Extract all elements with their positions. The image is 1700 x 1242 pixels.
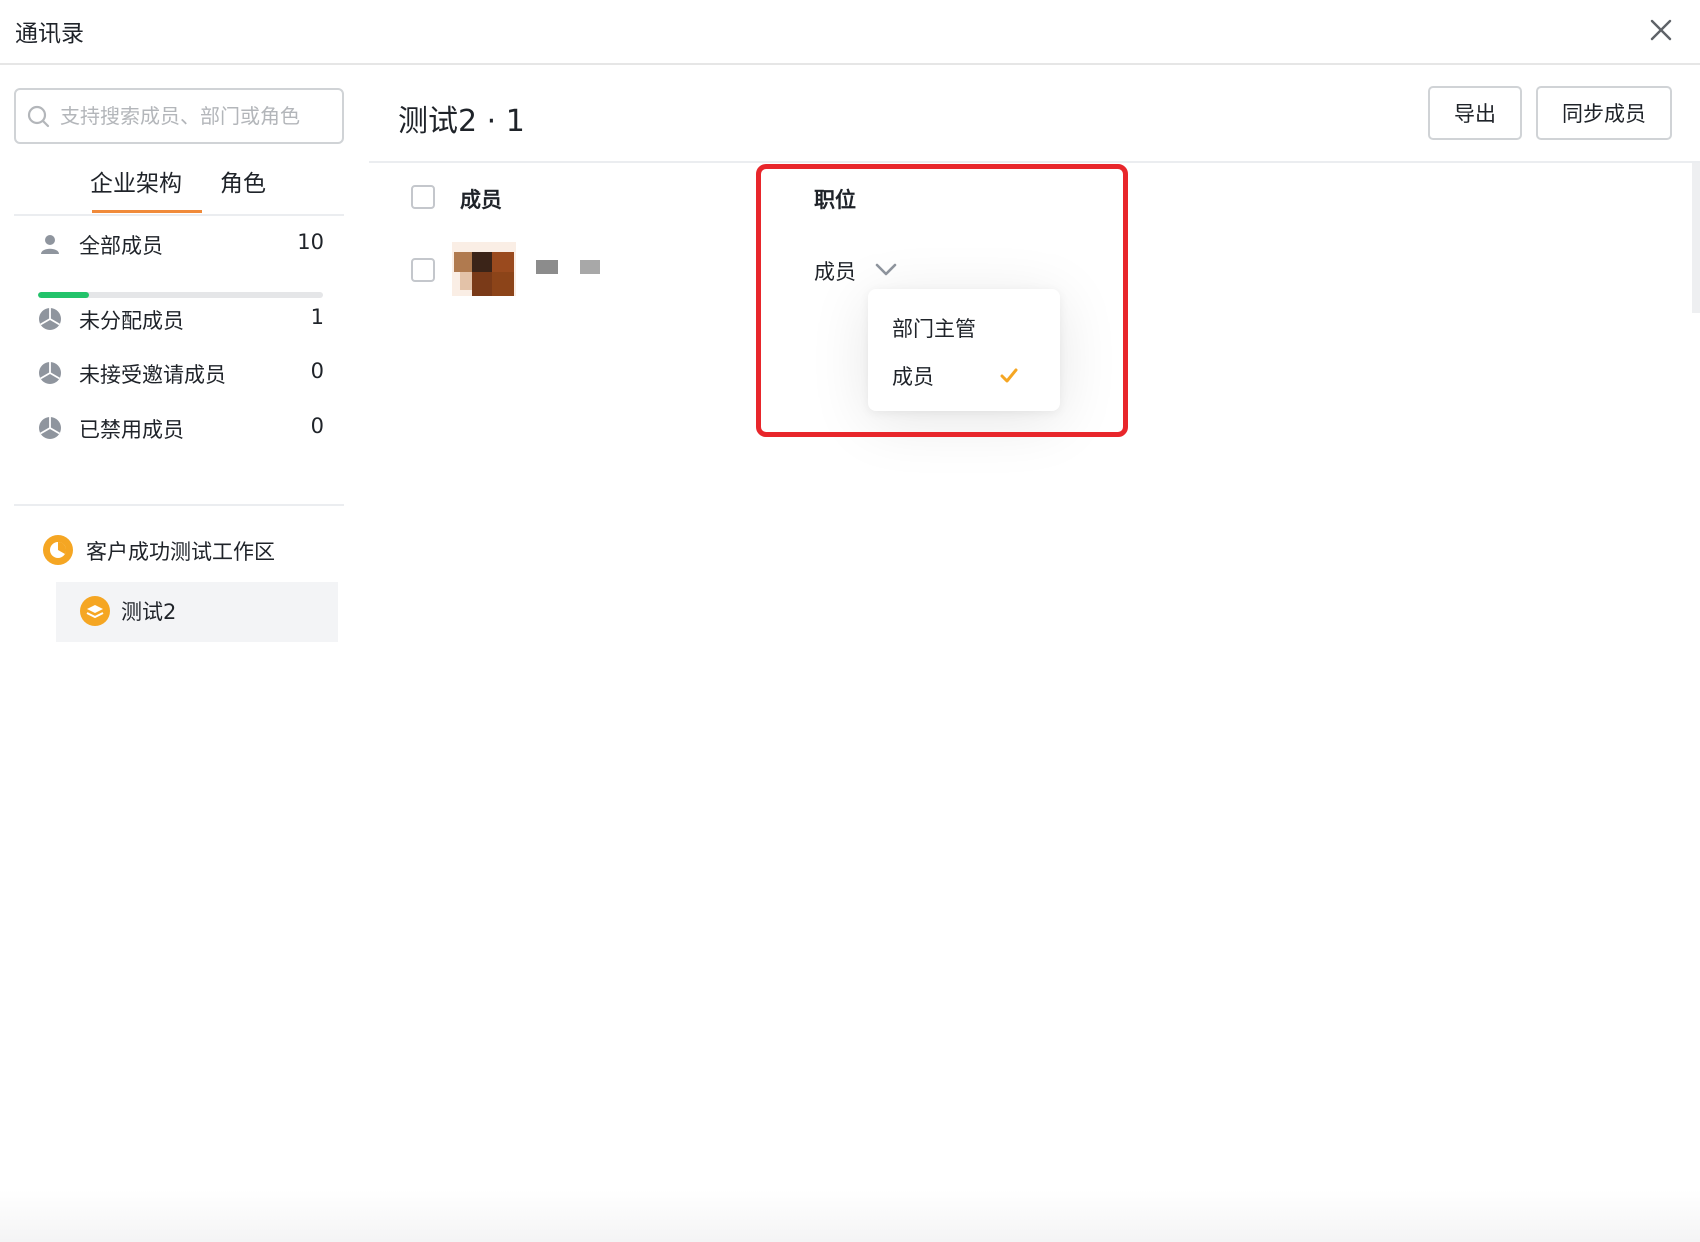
stat-label: 全部成员: [79, 234, 163, 258]
stat-label: 未接受邀请成员: [79, 363, 226, 387]
workspace-icon: [43, 535, 73, 565]
search-icon: [27, 105, 50, 128]
window-title: 通讯录: [15, 21, 84, 47]
column-header-position: 职位: [814, 188, 856, 212]
department-label: 测试2: [121, 600, 177, 624]
close-icon[interactable]: [1647, 16, 1675, 44]
stat-count: 10: [297, 230, 324, 254]
sidebar: 企业架构 角色 全部成员 10 未分配成员 1 未接受邀请成员 0: [0, 66, 360, 1242]
stat-count: 1: [310, 305, 324, 329]
sync-members-button[interactable]: 同步成员: [1536, 86, 1672, 140]
scrollbar-track[interactable]: [1692, 163, 1700, 313]
pie-icon: [39, 417, 61, 439]
sidebar-tabs: 企业架构 角色: [14, 154, 344, 216]
check-icon: [1000, 368, 1018, 383]
bottom-fade: [0, 1190, 1700, 1242]
stat-count: 0: [310, 414, 324, 438]
workspace-label: 客户成功测试工作区: [86, 540, 275, 564]
member-name-redacted: [536, 260, 600, 274]
option-label: 部门主管: [892, 317, 976, 341]
position-dropdown-menu: 部门主管 成员: [868, 289, 1060, 411]
content-divider: [369, 161, 1700, 163]
search-input[interactable]: [60, 99, 340, 133]
pie-icon: [39, 362, 61, 384]
title-bar: 通讯录: [0, 0, 1700, 65]
option-label: 成员: [892, 365, 934, 389]
tree-workspace[interactable]: 客户成功测试工作区: [42, 532, 342, 572]
pie-icon: [39, 308, 61, 330]
dropdown-option-dept-manager[interactable]: 部门主管: [868, 305, 1060, 351]
position-select[interactable]: 成员: [814, 256, 900, 290]
search-box[interactable]: [14, 88, 344, 144]
stat-unassigned-members[interactable]: 未分配成员 1: [38, 303, 324, 337]
department-icon: [80, 596, 110, 626]
all-members-progress-bar: [38, 292, 323, 298]
stat-disabled-members[interactable]: 已禁用成员 0: [38, 412, 324, 446]
tab-roles[interactable]: 角色: [220, 164, 266, 198]
user-icon: [41, 235, 59, 254]
avatar[interactable]: [452, 242, 516, 296]
page-title: 测试2 · 1: [398, 104, 525, 139]
select-all-checkbox[interactable]: [411, 185, 435, 209]
active-tab-indicator: [92, 210, 202, 213]
tab-org-structure[interactable]: 企业架构: [90, 164, 182, 198]
dropdown-option-member[interactable]: 成员: [868, 353, 1060, 399]
position-select-value: 成员: [814, 260, 856, 284]
chevron-down-icon: [875, 263, 897, 276]
column-header-member: 成员: [460, 188, 502, 212]
tree-department[interactable]: 测试2: [56, 582, 338, 642]
stat-label: 未分配成员: [79, 309, 184, 333]
progress-fill: [38, 292, 90, 298]
sidebar-divider: [14, 504, 344, 506]
export-button[interactable]: 导出: [1428, 86, 1522, 140]
stat-all-members[interactable]: 全部成员 10: [38, 228, 324, 262]
row-checkbox[interactable]: [411, 258, 435, 282]
stat-label: 已禁用成员: [79, 418, 184, 442]
stat-count: 0: [310, 359, 324, 383]
stat-pending-invite-members[interactable]: 未接受邀请成员 0: [38, 357, 324, 391]
